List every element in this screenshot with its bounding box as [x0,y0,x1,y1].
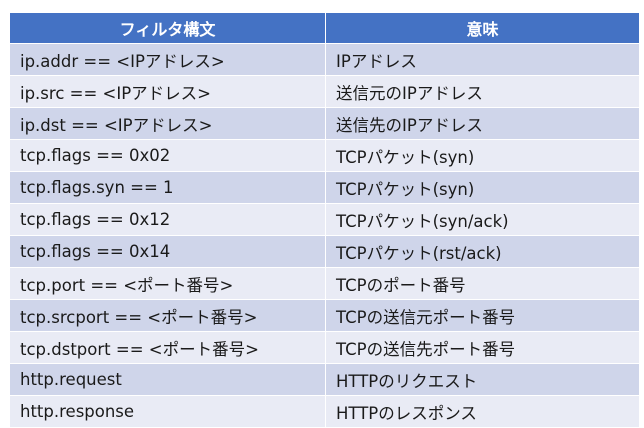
filter-cell: ip.addr == <IPアドレス> [9,43,326,76]
meaning-cell: TCPのポート番号 [325,267,640,300]
meaning-cell: HTTPのリクエスト [325,363,640,396]
table-row: tcp.port == <ポート番号> TCPのポート番号 [9,267,640,300]
meaning-cell: TCPパケット(syn) [325,171,640,204]
meaning-cell: TCPの送信元ポート番号 [325,299,640,332]
table-header-row: フィルタ構文 意味 [9,12,640,44]
filter-cell: http.response [9,395,326,428]
filter-cell: ip.dst == <IPアドレス> [9,107,326,140]
meaning-cell: 送信先のIPアドレス [325,107,640,140]
table-row: ip.addr == <IPアドレス> IPアドレス [9,43,640,76]
table-row: http.response HTTPのレスポンス [9,395,640,428]
meaning-cell: 送信元のIPアドレス [325,75,640,108]
table-row: ip.src == <IPアドレス> 送信元のIPアドレス [9,75,640,108]
meaning-cell: TCPの送信先ポート番号 [325,331,640,364]
table-row: http.request HTTPのリクエスト [9,363,640,396]
filter-cell: tcp.flags == 0x12 [9,203,326,236]
filter-syntax-table: フィルタ構文 意味 ip.addr == <IPアドレス> IPアドレス ip.… [9,12,640,428]
table-row: tcp.flags == 0x02 TCPパケット(syn) [9,139,640,172]
filter-table-container: フィルタ構文 意味 ip.addr == <IPアドレス> IPアドレス ip.… [9,12,640,428]
filter-cell: tcp.port == <ポート番号> [9,267,326,300]
meaning-cell: IPアドレス [325,43,640,76]
table-row: tcp.dstport == <ポート番号> TCPの送信先ポート番号 [9,331,640,364]
meaning-cell: TCPパケット(syn) [325,139,640,172]
table-row: tcp.flags.syn == 1 TCPパケット(syn) [9,171,640,204]
meaning-cell: HTTPのレスポンス [325,395,640,428]
header-filter-syntax: フィルタ構文 [9,12,326,44]
filter-cell: tcp.flags == 0x14 [9,235,326,268]
filter-cell: tcp.dstport == <ポート番号> [9,331,326,364]
filter-cell: http.request [9,363,326,396]
filter-cell: tcp.flags.syn == 1 [9,171,326,204]
table-row: tcp.flags == 0x14 TCPパケット(rst/ack) [9,235,640,268]
filter-cell: tcp.srcport == <ポート番号> [9,299,326,332]
filter-cell: tcp.flags == 0x02 [9,139,326,172]
header-meaning: 意味 [325,12,640,44]
table-row: tcp.flags == 0x12 TCPパケット(syn/ack) [9,203,640,236]
meaning-cell: TCPパケット(syn/ack) [325,203,640,236]
table-row: tcp.srcport == <ポート番号> TCPの送信元ポート番号 [9,299,640,332]
table-row: ip.dst == <IPアドレス> 送信先のIPアドレス [9,107,640,140]
filter-cell: ip.src == <IPアドレス> [9,75,326,108]
meaning-cell: TCPパケット(rst/ack) [325,235,640,268]
